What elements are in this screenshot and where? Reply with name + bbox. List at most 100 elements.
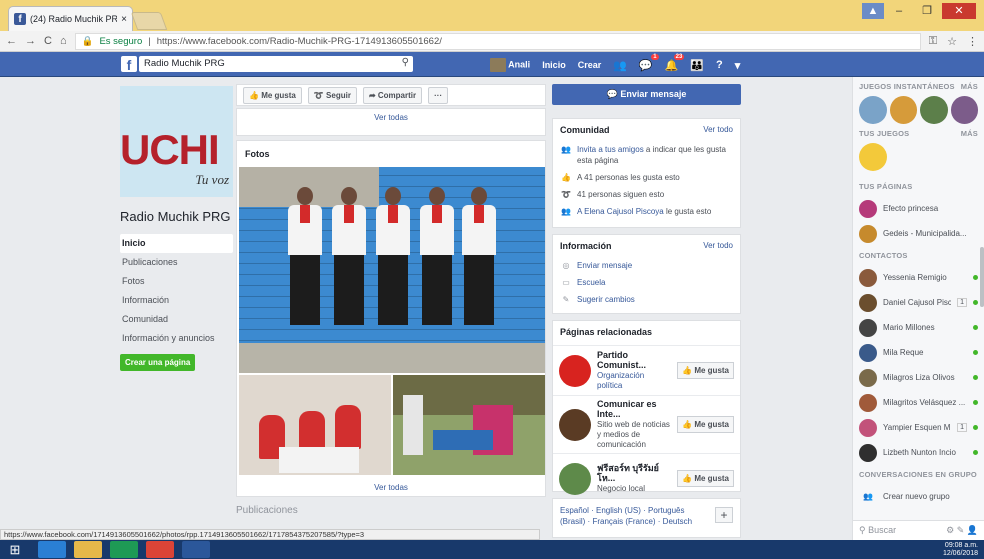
- chrome-icon[interactable]: [146, 541, 174, 558]
- profile-picture[interactable]: UCHI Tu voz: [120, 86, 233, 197]
- word-icon[interactable]: [182, 541, 210, 558]
- contact-avatar: [859, 443, 877, 462]
- home-icon[interactable]: ⌂: [60, 35, 67, 47]
- file-explorer-icon[interactable]: [74, 541, 102, 558]
- nav-item-fotos[interactable]: Fotos: [120, 272, 233, 291]
- store-icon[interactable]: [110, 541, 138, 558]
- chat-sidebar: JUEGOS INSTANTÁNEOS MÁS TUS JUEGOS MÁS TUS…: [852, 77, 984, 540]
- profile-icon[interactable]: ▲: [862, 3, 884, 19]
- more-your-games-link[interactable]: MÁS: [961, 129, 978, 138]
- account-menu-icon[interactable]: ▾: [735, 59, 741, 72]
- new-tab-button[interactable]: [130, 12, 168, 30]
- game-icon[interactable]: [920, 96, 948, 124]
- contact-item[interactable]: Milagros Liza Olivos: [853, 365, 984, 390]
- key-icon[interactable]: ⚿: [929, 35, 937, 48]
- system-tray[interactable]: 09:08 a.m. 12/06/2018: [943, 542, 978, 558]
- friend-requests-icon[interactable]: 👥: [613, 59, 627, 72]
- search-input[interactable]: Radio Muchik PRG ⚲: [139, 56, 413, 72]
- community-see-all[interactable]: Ver todo: [703, 125, 733, 135]
- see-all-photos-link[interactable]: Ver todas: [237, 479, 545, 496]
- game-icon[interactable]: [859, 96, 887, 124]
- browser-tab[interactable]: f (24) Radio Muchik PRG - ×: [8, 6, 133, 31]
- related-avatar[interactable]: [559, 408, 591, 441]
- edge-icon[interactable]: [38, 541, 66, 558]
- like-page-button[interactable]: 👍 Me gusta: [243, 86, 302, 104]
- home-link[interactable]: Inicio: [542, 60, 566, 70]
- search-icon: ⚲: [859, 525, 866, 535]
- group-conversations-heading: CONVERSACIONES EN GRUPO: [859, 470, 977, 479]
- quick-help-icon[interactable]: 👪: [690, 59, 704, 72]
- related-like-button[interactable]: 👍 Me gusta: [677, 416, 734, 433]
- user-profile-link[interactable]: Anali: [490, 58, 530, 72]
- nav-item-anuncios[interactable]: Información y anuncios: [120, 329, 233, 348]
- related-avatar[interactable]: [559, 462, 591, 495]
- share-button[interactable]: ➦ Compartir: [362, 86, 423, 104]
- related-like-button[interactable]: 👍 Me gusta: [677, 362, 734, 379]
- contact-item[interactable]: Lizbeth Nunton Incio: [853, 440, 984, 465]
- reload-icon[interactable]: C: [44, 35, 52, 47]
- page-item[interactable]: Gedeis - Municipalida...: [853, 221, 984, 246]
- contact-item[interactable]: Milagritos Velásquez ...: [853, 390, 984, 415]
- featured-photo[interactable]: [239, 167, 545, 373]
- messages-icon[interactable]: 💬 1: [639, 53, 659, 72]
- close-tab-icon[interactable]: ×: [121, 14, 127, 25]
- chat-search-input[interactable]: ⚲ Buscar ⚙ ✎ 👤: [853, 520, 984, 540]
- forward-icon[interactable]: →: [25, 35, 36, 47]
- language-links[interactable]: Español · English (US) · Português (Bras…: [560, 505, 710, 527]
- see-all-link-top[interactable]: Ver todas: [237, 109, 545, 126]
- send-message-button[interactable]: 💬 Enviar mensaje: [552, 84, 741, 105]
- create-group-button[interactable]: 👥 Crear nuevo grupo: [853, 484, 984, 509]
- follow-button[interactable]: ➰ Seguir: [307, 86, 357, 104]
- photo-thumbnail[interactable]: [239, 375, 391, 475]
- maximize-button[interactable]: ❐: [914, 3, 940, 19]
- menu-icon[interactable]: ⋮: [967, 35, 978, 48]
- gear-icon[interactable]: ⚙: [946, 525, 954, 535]
- create-link[interactable]: Crear: [578, 60, 602, 70]
- close-window-button[interactable]: ✕: [942, 3, 976, 19]
- invite-friends-link[interactable]: Invita a tus amigos: [577, 145, 644, 154]
- game-icon[interactable]: [889, 96, 917, 124]
- contact-avatar: [859, 318, 877, 337]
- more-games-link[interactable]: MÁS: [961, 82, 978, 91]
- contact-item[interactable]: Mario Millones: [853, 315, 984, 340]
- related-avatar[interactable]: [559, 354, 591, 387]
- search-icon[interactable]: ⚲: [402, 57, 409, 68]
- photo-thumbnail[interactable]: [393, 375, 545, 475]
- category-link[interactable]: Escuela: [577, 277, 605, 288]
- compose-icon[interactable]: ✎: [957, 525, 965, 535]
- group-icon: 👥: [863, 492, 873, 501]
- suggest-edits-link[interactable]: Sugerir cambios: [577, 294, 635, 305]
- nav-item-inicio[interactable]: Inicio: [120, 234, 233, 253]
- related-name[interactable]: ฟรีสอร์ท บุรีรัมย์ โห...: [597, 463, 671, 483]
- add-language-button[interactable]: +: [715, 507, 733, 523]
- related-name[interactable]: Comunicar es Inte...: [597, 399, 671, 419]
- info-see-all[interactable]: Ver todo: [703, 241, 733, 251]
- nav-item-publicaciones[interactable]: Publicaciones: [120, 253, 233, 272]
- contact-item[interactable]: Yessenia Remigio: [853, 265, 984, 290]
- minimize-button[interactable]: –: [886, 3, 912, 19]
- nav-item-comunidad[interactable]: Comunidad: [120, 310, 233, 329]
- create-page-button[interactable]: Crear una página: [120, 354, 196, 371]
- url-field[interactable]: 🔒 Es seguro | https://www.facebook.com/R…: [74, 32, 921, 50]
- contact-item[interactable]: Mila Reque: [853, 340, 984, 365]
- facebook-logo-icon[interactable]: f: [121, 56, 137, 73]
- contact-item[interactable]: Daniel Cajusol Pisc... 1: [853, 290, 984, 315]
- windows-start-icon[interactable]: ⊞: [0, 540, 30, 559]
- scrollbar[interactable]: [980, 247, 984, 307]
- notifications-icon[interactable]: 🔔 23: [665, 53, 685, 72]
- game-icon[interactable]: [950, 96, 978, 124]
- related-category[interactable]: Organización política: [597, 371, 644, 390]
- friend-link[interactable]: A Elena Cajusol Piscoya: [577, 207, 664, 216]
- related-name[interactable]: Partido Comunist...: [597, 350, 671, 370]
- help-icon[interactable]: ?: [716, 59, 723, 71]
- user-icon[interactable]: 👤: [967, 525, 978, 535]
- star-icon[interactable]: ☆: [947, 35, 957, 48]
- game-icon[interactable]: [859, 143, 887, 171]
- page-item[interactable]: Efecto princesa: [853, 196, 984, 221]
- related-like-button[interactable]: 👍 Me gusta: [677, 470, 734, 487]
- more-options-button[interactable]: ···: [428, 86, 449, 104]
- back-icon[interactable]: ←: [6, 35, 17, 47]
- contact-item[interactable]: Yampier Esquen Mi...1: [853, 415, 984, 440]
- info-send-message[interactable]: Enviar mensaje: [577, 260, 632, 271]
- nav-item-informacion[interactable]: Información: [120, 291, 233, 310]
